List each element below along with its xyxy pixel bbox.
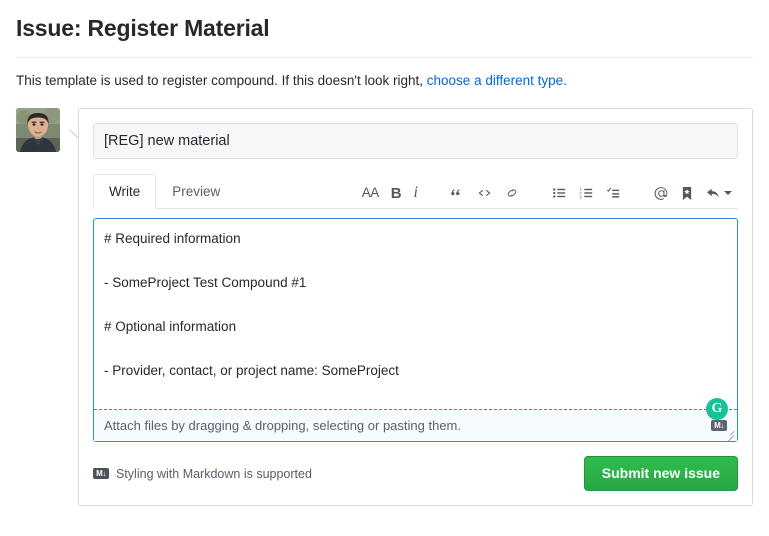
- heading-icon[interactable]: AA: [356, 186, 385, 200]
- comment-box: Write Preview AA B i: [78, 108, 753, 507]
- link-icon[interactable]: [498, 186, 526, 200]
- avatar[interactable]: [16, 108, 60, 152]
- code-icon[interactable]: [471, 186, 498, 200]
- editor-tabs: Write Preview: [93, 173, 236, 210]
- markdown-support-note[interactable]: M↓ Styling with Markdown is supported: [93, 467, 312, 481]
- task-list-icon[interactable]: [600, 186, 627, 200]
- toolbar-group-insert-block: [444, 186, 526, 200]
- toolbar-group-text-style: AA B i: [356, 185, 424, 201]
- comment-footer: M↓ Styling with Markdown is supported Su…: [93, 456, 738, 492]
- editor-tabnav: Write Preview AA B i 1 2 3: [93, 172, 738, 210]
- file-attach-dropzone[interactable]: Attach files by dragging & dropping, sel…: [94, 409, 737, 441]
- tab-write[interactable]: Write: [93, 174, 157, 210]
- quote-icon[interactable]: [444, 186, 471, 200]
- bubble-arrow-inner: [70, 121, 78, 137]
- bold-icon[interactable]: B: [385, 186, 408, 201]
- markdown-support-label: Styling with Markdown is supported: [116, 466, 312, 481]
- bulleted-list-icon[interactable]: [546, 186, 573, 200]
- file-attach-text: Attach files by dragging & dropping, sel…: [104, 418, 461, 433]
- heading-icon-glyph: AA: [361, 185, 380, 201]
- choose-different-type-link[interactable]: choose a different type.: [427, 73, 567, 88]
- svg-text:3: 3: [580, 194, 583, 199]
- page-header: Issue: Register Material: [0, 0, 769, 58]
- numbered-list-icon[interactable]: 1 2 3: [573, 186, 600, 200]
- template-note-text: This template is used to register compou…: [16, 72, 427, 88]
- new-issue-form: Write Preview AA B i: [0, 91, 769, 507]
- grammarly-icon[interactable]: G: [706, 398, 728, 420]
- chevron-down-icon: [724, 191, 732, 195]
- bold-icon-glyph: B: [390, 184, 402, 202]
- italic-icon[interactable]: i: [408, 185, 424, 201]
- toolbar-group-references: [647, 186, 738, 201]
- page-title: Issue: Register Material: [16, 15, 270, 41]
- italic-icon-glyph: i: [413, 184, 418, 201]
- comment-body-textarea[interactable]: [94, 219, 737, 409]
- comment-bubble: Write Preview AA B i: [69, 108, 753, 507]
- mention-icon[interactable]: [647, 186, 675, 201]
- toolbar-group-lists: 1 2 3: [546, 186, 627, 200]
- markdown-icon: M↓: [93, 468, 109, 480]
- tab-preview[interactable]: Preview: [156, 174, 236, 209]
- submit-new-issue-button[interactable]: Submit new issue: [583, 456, 738, 492]
- markdown-toolbar: AA B i 1 2 3: [356, 185, 738, 208]
- issue-title-input[interactable]: [93, 123, 738, 159]
- template-note: This template is used to register compou…: [0, 58, 769, 91]
- saved-replies-icon[interactable]: [699, 186, 738, 200]
- comment-write-area: G Attach files by dragging & dropping, s…: [93, 218, 738, 442]
- reference-icon[interactable]: [675, 186, 699, 201]
- textarea-resize-handle[interactable]: [723, 427, 735, 439]
